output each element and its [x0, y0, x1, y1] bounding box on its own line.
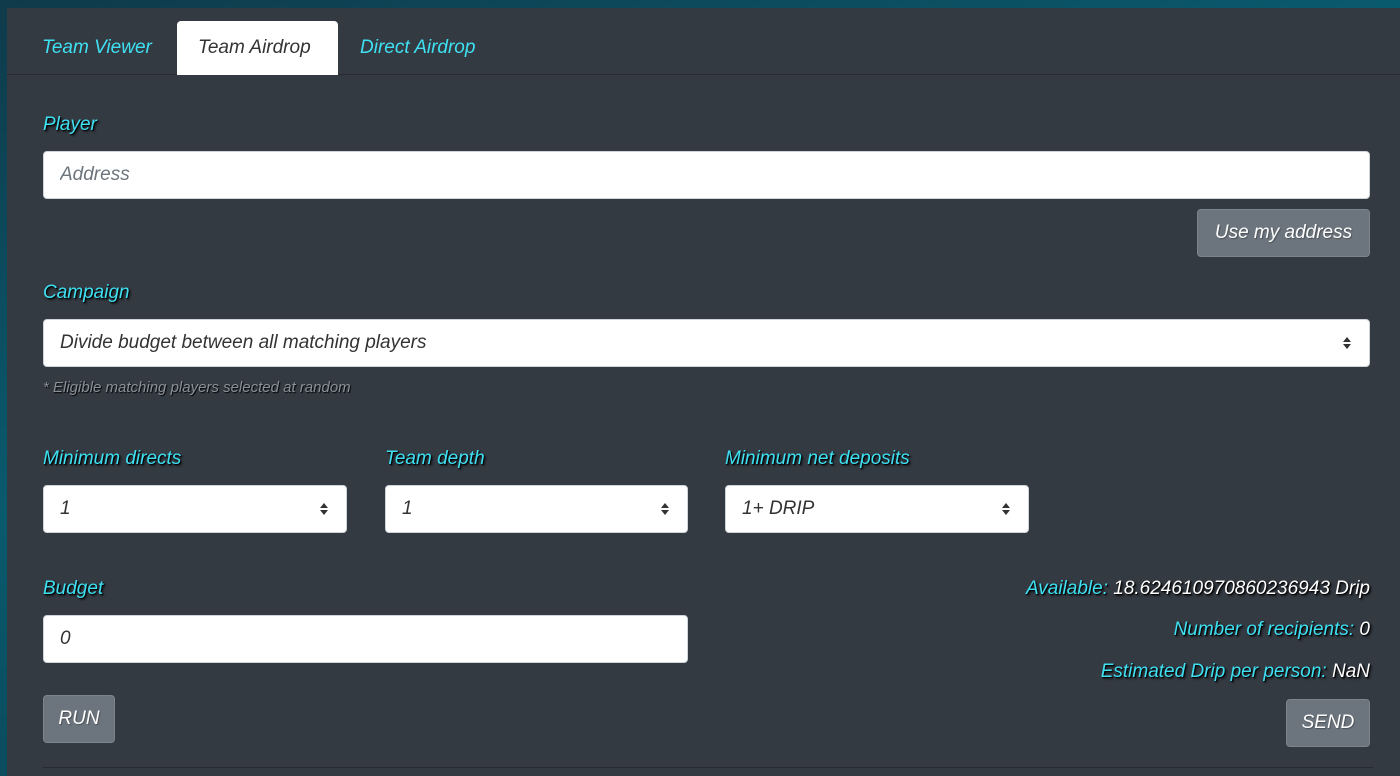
- per-person-value: NaN: [1331, 661, 1370, 682]
- min-directs-label: Minimum directs: [43, 448, 182, 469]
- min-net-deposits-select[interactable]: 1+ DRIP: [725, 485, 1029, 533]
- per-person-stat: Estimated Drip per person: NaN: [1101, 661, 1370, 683]
- min-directs-select[interactable]: 1: [43, 485, 347, 533]
- recipients-stat: Number of recipients: 0: [1174, 619, 1370, 641]
- player-label: Player: [43, 114, 97, 135]
- tab-direct-airdrop[interactable]: Direct Airdrop: [339, 21, 496, 75]
- team-depth-label: Team depth: [385, 448, 485, 469]
- select-arrows-icon: [320, 503, 328, 515]
- budget-input[interactable]: [43, 615, 688, 663]
- use-my-address-button[interactable]: Use my address: [1197, 209, 1370, 257]
- player-address-input[interactable]: [43, 151, 1370, 199]
- campaign-select[interactable]: Divide budget between all matching playe…: [43, 319, 1370, 367]
- budget-label: Budget: [43, 578, 104, 599]
- send-button[interactable]: SEND: [1286, 699, 1370, 747]
- campaign-label: Campaign: [43, 282, 130, 303]
- available-value: 18.624610970860236943 Drip: [1113, 578, 1370, 599]
- select-arrows-icon: [1343, 337, 1351, 349]
- min-directs-value: 1: [60, 498, 71, 519]
- recipients-label: Number of recipients:: [1173, 619, 1355, 640]
- available-label: Available:: [1025, 578, 1108, 599]
- recipients-value: 0: [1359, 619, 1370, 640]
- tab-team-viewer[interactable]: Team Viewer: [21, 21, 173, 75]
- available-stat: Available: 18.624610970860236943 Drip: [1026, 578, 1370, 600]
- tab-bar: Team Viewer Team Airdrop Direct Airdrop: [7, 8, 1400, 75]
- min-net-deposits-value: 1+ DRIP: [742, 498, 815, 519]
- run-button[interactable]: RUN: [43, 695, 115, 743]
- campaign-hint: * Eligible matching players selected at …: [43, 379, 351, 396]
- campaign-selected-value: Divide budget between all matching playe…: [60, 332, 427, 353]
- airdrop-panel: Team Viewer Team Airdrop Direct Airdrop …: [7, 8, 1400, 776]
- tab-team-airdrop[interactable]: Team Airdrop: [177, 21, 338, 75]
- min-net-deposits-label: Minimum net deposits: [725, 448, 910, 469]
- select-arrows-icon: [1002, 503, 1010, 515]
- team-depth-select[interactable]: 1: [385, 485, 688, 533]
- divider: [43, 767, 1373, 768]
- team-depth-value: 1: [402, 498, 413, 519]
- select-arrows-icon: [661, 503, 669, 515]
- per-person-label: Estimated Drip per person:: [1100, 661, 1327, 682]
